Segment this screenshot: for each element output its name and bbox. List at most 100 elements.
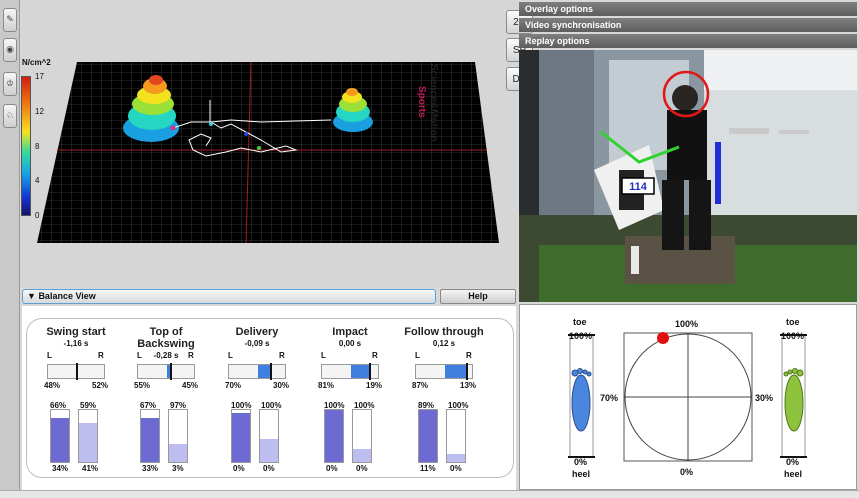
right-foot-fill	[79, 423, 97, 462]
right-heel-pct: 0%	[786, 457, 800, 467]
scale-tick: 17	[35, 72, 44, 81]
scale-tick: 8	[35, 142, 40, 151]
balance-view-title: Balance View	[38, 291, 96, 301]
left-heel-pct: 11%	[420, 464, 436, 473]
weight-marker	[466, 363, 469, 380]
right-weight-pct: 52%	[92, 381, 109, 390]
left-heel-pct: 33%	[142, 464, 159, 473]
phase-header: Swing start -1,16 s	[30, 326, 122, 348]
right-heel-pct: 41%	[82, 464, 99, 473]
left-label: L	[321, 351, 326, 360]
weight-distribution-bar	[137, 363, 195, 380]
balance-top-pct: 100%	[675, 319, 699, 329]
swing-video[interactable]: 114	[519, 50, 857, 302]
bottom-scrollbar[interactable]	[0, 490, 859, 498]
right-heel-pct: 3%	[172, 464, 184, 473]
left-weight-pct: 70%	[225, 381, 242, 390]
left-foot-box	[324, 409, 344, 463]
pressure-colorbar	[21, 76, 31, 216]
phase-header: Follow through 0,12 s	[398, 326, 490, 348]
right-foot-box	[446, 409, 466, 463]
weight-fill	[258, 365, 270, 378]
phase-header: Top of Backswing -0,28 s	[120, 326, 212, 360]
right-foot-box	[78, 409, 98, 463]
left-heel-label: heel	[572, 469, 591, 479]
help-button[interactable]: Help	[440, 289, 516, 304]
left-heel-pct: 34%	[52, 464, 69, 473]
crown-icon[interactable]: ♔	[3, 72, 17, 96]
right-label: R	[98, 351, 104, 360]
left-heel-pct: 0%	[574, 457, 588, 467]
foot-icon[interactable]: ♘	[3, 104, 17, 128]
cop-point-start	[170, 125, 176, 131]
weight-distribution-bar	[321, 363, 379, 380]
overlay-options-bar[interactable]: Overlay options	[519, 2, 857, 16]
pressure-plot-area: Science&Motion Sports 2D SP DV	[21, 0, 533, 287]
left-weight-pct: 81%	[318, 381, 335, 390]
weight-distribution-bar	[228, 363, 286, 380]
right-foot-box	[259, 409, 279, 463]
scale-unit-label: N/cm^2	[22, 58, 51, 67]
left-label: L	[137, 351, 142, 360]
right-foot-fill	[169, 443, 187, 462]
replay-options-bar[interactable]: Replay options	[519, 34, 857, 48]
right-heel-pct: 0%	[450, 464, 462, 473]
phase-time: -0,28 s	[153, 351, 179, 360]
right-foot-fill	[447, 454, 465, 462]
left-weight-pct: 87%	[412, 381, 429, 390]
balance-right-pct: 30%	[755, 393, 774, 403]
right-label: R	[372, 351, 378, 360]
phase-time: -1,16 s	[63, 339, 89, 348]
scale-tick: 12	[35, 107, 44, 116]
pencil-icon[interactable]: ✎	[3, 8, 17, 32]
left-foot-fill	[419, 410, 437, 462]
weight-marker	[75, 363, 78, 380]
right-weight-pct: 45%	[182, 381, 199, 390]
right-toe-pct: 100%	[781, 331, 805, 341]
left-foot-box	[140, 409, 160, 463]
left-weight-pct: 55%	[134, 381, 151, 390]
video-sync-bar[interactable]: Video synchronisation	[519, 18, 857, 32]
left-heel-pct: 0%	[233, 464, 245, 473]
left-foot-box	[50, 409, 70, 463]
right-label: R	[466, 351, 472, 360]
weight-marker	[169, 363, 172, 380]
option-bars: Overlay options Video synchronisation Re…	[519, 2, 857, 50]
weight-fill	[445, 365, 467, 378]
weight-marker	[269, 363, 272, 380]
phase-name: Impact	[332, 326, 368, 338]
left-weight-pct: 48%	[44, 381, 61, 390]
right-heel-pct: 0%	[356, 464, 368, 473]
phase-time: 0,12 s	[432, 339, 456, 348]
right-label: R	[279, 351, 285, 360]
weight-distribution-bar	[47, 363, 105, 380]
left-foot-fill	[141, 417, 159, 462]
phase-name: Swing start	[46, 326, 106, 338]
phase-time: 0,00 s	[338, 339, 362, 348]
balance-view-header[interactable]: ▼ Balance View	[22, 289, 436, 304]
left-foot-fill	[51, 417, 69, 462]
pressure-3d-plot: Science&Motion Sports	[37, 61, 499, 244]
right-heel-label: heel	[784, 469, 803, 479]
balance-left-pct: 70%	[600, 393, 619, 403]
watermark-main: Science&Motion	[428, 64, 439, 142]
left-foot-fill	[232, 412, 250, 462]
right-label: R	[188, 351, 194, 360]
left-label: L	[415, 351, 420, 360]
collapse-triangle-icon: ▼	[27, 291, 36, 301]
left-label: L	[228, 351, 233, 360]
left-foot-fill	[325, 410, 343, 462]
left-foot-box	[418, 409, 438, 463]
weight-fill	[351, 365, 369, 378]
phase-name: Top of Backswing	[137, 326, 195, 350]
right-foot-fill	[353, 449, 371, 462]
right-foot-fill	[260, 438, 278, 462]
scale-tick: 4	[35, 176, 40, 185]
target-icon[interactable]: ◉	[3, 38, 17, 62]
phase-header: Delivery -0,09 s	[211, 326, 303, 348]
right-foot-box	[168, 409, 188, 463]
right-weight-pct: 30%	[273, 381, 290, 390]
left-foot-box	[231, 409, 251, 463]
scale-tick: 0	[35, 211, 40, 220]
phase-name: Follow through	[404, 326, 484, 338]
